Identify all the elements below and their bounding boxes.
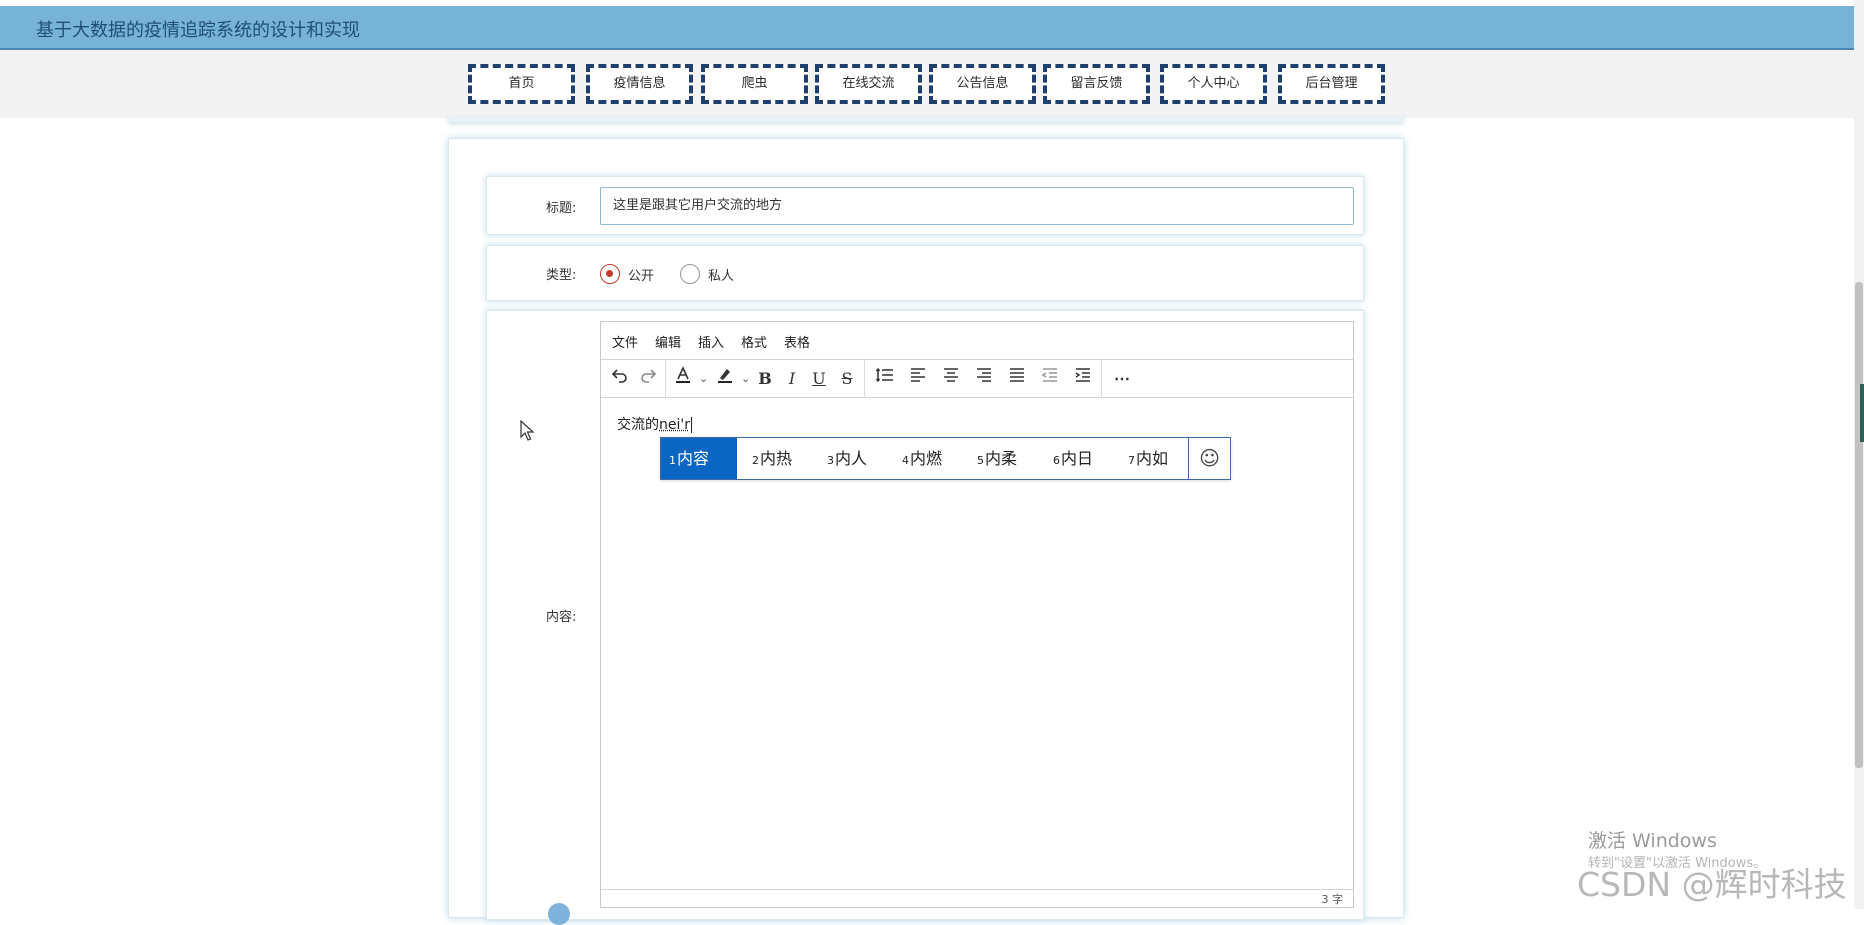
radio-private[interactable] xyxy=(680,264,700,284)
ime-candidate[interactable]: 4内燃 xyxy=(894,438,950,479)
align-right-icon[interactable] xyxy=(970,366,998,392)
toolbar-separator xyxy=(1101,360,1102,398)
type-label: 类型: xyxy=(546,264,576,283)
nav-item-home[interactable]: 首页 xyxy=(468,64,575,104)
floating-button[interactable] xyxy=(548,903,570,925)
align-justify-icon[interactable] xyxy=(1003,366,1031,392)
underline-icon[interactable]: U xyxy=(805,366,833,392)
nav-item-personal-center[interactable]: 个人中心 xyxy=(1160,64,1267,104)
nav-item-announcements[interactable]: 公告信息 xyxy=(929,64,1036,104)
nav-bar: 首页 疫情信息 爬虫 在线交流 公告信息 留言反馈 个人中心 后台管理 xyxy=(0,50,1854,118)
outdent-icon[interactable] xyxy=(1036,366,1064,392)
emoji-icon[interactable]: ☺ xyxy=(1188,438,1230,479)
content-text: 交流的 xyxy=(617,417,659,433)
site-title: 基于大数据的疫情追踪系统的设计和实现 xyxy=(36,16,360,42)
menu-table[interactable]: 表格 xyxy=(784,332,810,351)
nav-item-epidemic-info[interactable]: 疫情信息 xyxy=(586,64,693,104)
content-label: 内容: xyxy=(546,606,576,625)
italic-icon[interactable]: I xyxy=(778,366,806,392)
chevron-down-icon[interactable]: ⌄ xyxy=(699,366,708,392)
highlight-color-icon[interactable] xyxy=(711,366,739,392)
ime-candidate[interactable]: 1内容 xyxy=(661,438,737,479)
redo-icon[interactable] xyxy=(634,366,662,392)
scrollbar-edge-indicator xyxy=(1860,384,1864,442)
radio-private-label[interactable]: 私人 xyxy=(708,265,734,284)
menu-format[interactable]: 格式 xyxy=(741,332,767,351)
editor-content[interactable]: 交流的nei'r xyxy=(617,414,692,434)
scrollbar-thumb[interactable] xyxy=(1855,282,1863,768)
align-center-icon[interactable] xyxy=(937,366,965,392)
more-icon[interactable]: ⋯ xyxy=(1108,366,1136,392)
menu-insert[interactable]: 插入 xyxy=(698,332,724,351)
ime-candidate[interactable]: 2内热 xyxy=(744,438,800,479)
line-height-icon[interactable] xyxy=(871,366,899,392)
nav-underline xyxy=(448,116,1404,122)
page-scrollbar[interactable] xyxy=(1854,0,1864,909)
editor-statusbar: 3 字 xyxy=(601,889,1353,907)
nav-item-admin[interactable]: 后台管理 xyxy=(1278,64,1385,104)
text-color-icon[interactable] xyxy=(669,366,697,392)
word-count: 3 字 xyxy=(1322,891,1344,907)
toolbar-separator xyxy=(864,360,865,398)
title-label: 标题: xyxy=(546,197,576,216)
ime-candidate[interactable]: 3内人 xyxy=(819,438,875,479)
ime-candidate[interactable]: 7内如 xyxy=(1120,438,1176,479)
nav-item-online-chat[interactable]: 在线交流 xyxy=(815,64,922,104)
rich-text-editor[interactable]: 文件 编辑 插入 格式 表格 ⌄ ⌄ B I U S ⋯ 交流的nei'r 3 … xyxy=(600,321,1354,908)
windows-activation-text: 激活 Windows xyxy=(1588,826,1717,853)
align-left-icon[interactable] xyxy=(904,366,932,392)
top-header-bar: 基于大数据的疫情追踪系统的设计和实现 xyxy=(0,6,1854,50)
menu-file[interactable]: 文件 xyxy=(612,332,638,351)
nav-item-feedback[interactable]: 留言反馈 xyxy=(1043,64,1150,104)
editor-toolbar: ⌄ ⌄ B I U S ⋯ xyxy=(601,360,1353,398)
editor-menubar: 文件 编辑 插入 格式 表格 xyxy=(601,322,1353,360)
chevron-down-icon[interactable]: ⌄ xyxy=(741,366,750,392)
ime-candidate-window: 1内容 2内热 3内人 4内燃 5内柔 6内日 7内如 ☺ xyxy=(660,437,1231,480)
radio-public-label[interactable]: 公开 xyxy=(628,265,654,284)
bold-icon[interactable]: B xyxy=(751,366,779,392)
nav-item-crawler[interactable]: 爬虫 xyxy=(701,64,808,104)
radio-public[interactable] xyxy=(600,264,620,284)
mouse-cursor-icon xyxy=(520,420,536,442)
ime-candidate[interactable]: 6内日 xyxy=(1045,438,1101,479)
strikethrough-icon[interactable]: S xyxy=(833,366,861,392)
title-input[interactable]: 这里是跟其它用户交流的地方 xyxy=(600,187,1354,225)
indent-icon[interactable] xyxy=(1069,366,1097,392)
undo-icon[interactable] xyxy=(606,366,634,392)
csdn-watermark: CSDN @辉时科技 xyxy=(1577,858,1847,906)
menu-edit[interactable]: 编辑 xyxy=(655,332,681,351)
toolbar-separator xyxy=(665,360,666,398)
ime-composition-text: nei'r xyxy=(659,417,692,433)
ime-candidate[interactable]: 5内柔 xyxy=(969,438,1025,479)
